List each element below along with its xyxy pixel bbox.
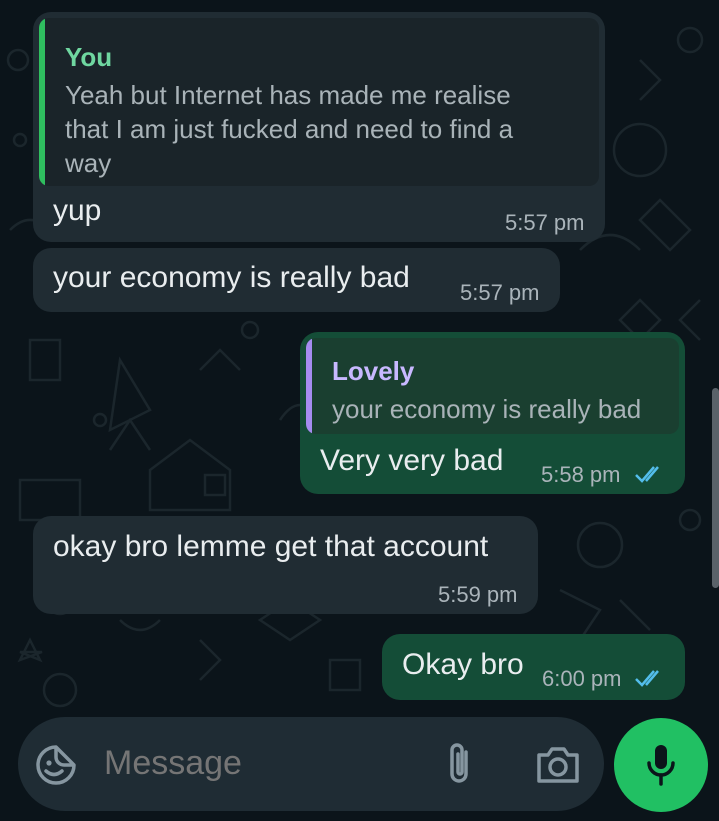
message-input[interactable] xyxy=(104,743,404,783)
sticker-icon[interactable] xyxy=(34,743,78,787)
voice-record-button[interactable] xyxy=(614,718,708,812)
message-text: Very very bad xyxy=(320,444,504,477)
message-time: 6:00 pm xyxy=(542,666,622,691)
quoted-reply[interactable]: Lovely your economy is really bad xyxy=(306,338,679,434)
message-time: 5:57 pm xyxy=(460,280,540,305)
message-bubble-incoming[interactable]: okay bro lemme get that account 5:59 pm xyxy=(33,516,538,614)
quote-accent-bar xyxy=(306,338,312,434)
message-text: okay bro lemme get that account xyxy=(53,530,489,563)
message-time: 5:59 pm xyxy=(438,582,518,607)
microphone-icon xyxy=(647,745,675,786)
message-bubble-incoming[interactable]: your economy is really bad 5:57 pm xyxy=(33,248,560,312)
message-text: your economy is really bad xyxy=(53,261,410,294)
message-bubble-outgoing[interactable]: Lovely your economy is really bad Very v… xyxy=(300,332,685,494)
message-bubble-incoming[interactable]: You Yeah but Internet has made me realis… xyxy=(33,12,605,242)
scrollbar[interactable] xyxy=(712,388,719,588)
quoted-reply[interactable]: You Yeah but Internet has made me realis… xyxy=(39,18,599,186)
camera-icon[interactable] xyxy=(535,745,581,785)
quote-text: your economy is really bad xyxy=(332,394,642,424)
read-ticks-icon xyxy=(635,670,659,687)
paperclip-icon[interactable] xyxy=(444,740,474,788)
message-text: Okay bro xyxy=(402,648,524,681)
quote-text-line: that I am just fucked and need to find a xyxy=(65,114,514,144)
message-bubble-outgoing[interactable]: Okay bro 6:00 pm xyxy=(382,634,685,700)
quote-accent-bar xyxy=(39,18,45,186)
message-time: 5:57 pm xyxy=(505,210,585,235)
quote-text-line: Yeah but Internet has made me realise xyxy=(65,80,511,110)
quote-text-line: way xyxy=(65,148,112,178)
read-ticks-icon xyxy=(635,466,659,483)
message-time: 5:58 pm xyxy=(541,462,621,487)
quote-author: You xyxy=(65,42,113,72)
quote-author: Lovely xyxy=(332,356,415,386)
message-text: yup xyxy=(53,194,102,227)
